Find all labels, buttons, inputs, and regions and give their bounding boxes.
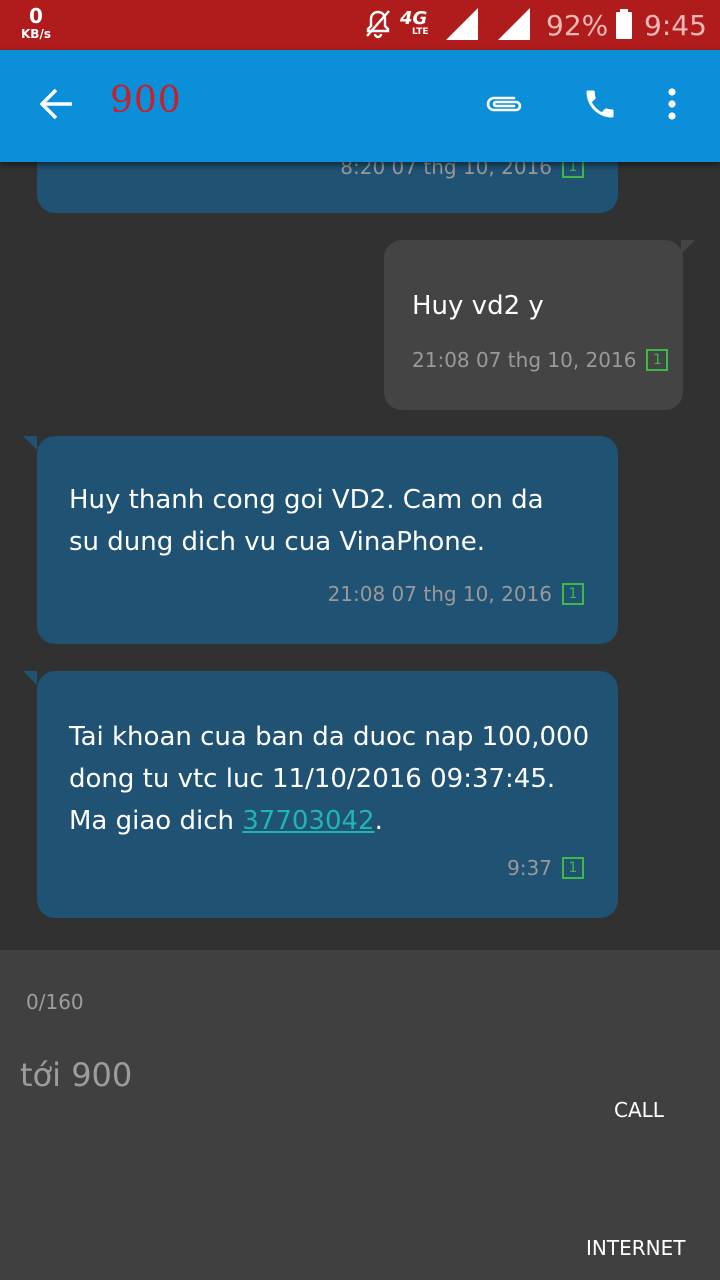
- attach-button[interactable]: [484, 86, 524, 126]
- send-internet-button[interactable]: INTERNET: [586, 1236, 685, 1260]
- message-text: Tai khoan cua ban da duoc nap 100,000 do…: [69, 716, 589, 842]
- sim-badge: 1: [562, 162, 584, 178]
- message-meta: 21:08 07 thg 10, 2016 1: [328, 582, 584, 606]
- message-timestamp: 21:08 07 thg 10, 2016: [327, 582, 552, 606]
- message-line-end: .: [374, 806, 383, 836]
- send-call-button[interactable]: CALL: [614, 1098, 664, 1122]
- transaction-id-link[interactable]: 37703042: [242, 806, 374, 836]
- message-bubble-incoming[interactable]: 8:20 07 thg 10, 2016 1: [37, 162, 618, 213]
- message-list[interactable]: 8:20 07 thg 10, 2016 1 Huy vd2 y 21:08 0…: [0, 162, 720, 950]
- message-line: Huy thanh cong goi VD2. Cam on da: [69, 485, 544, 515]
- message-timestamp: 21:08 07 thg 10, 2016: [412, 348, 637, 372]
- network-speed-value: 0: [29, 4, 43, 28]
- message-meta: 8:20 07 thg 10, 2016 1: [340, 162, 584, 179]
- call-button[interactable]: [580, 86, 620, 126]
- network-speed-unit: KB/s: [21, 27, 51, 41]
- message-line: Ma giao dich 37703042.: [69, 800, 589, 842]
- signal-4g-icon: 4G LTE: [400, 10, 436, 40]
- message-timestamp: 9:37: [507, 856, 552, 880]
- sim-badge: 1: [562, 583, 584, 605]
- message-meta: 21:08 07 thg 10, 2016 1: [412, 348, 669, 372]
- back-button[interactable]: [36, 86, 76, 126]
- status-bar: 0 KB/s 4G LTE 92% 9:45: [0, 0, 720, 50]
- message-bubble-incoming[interactable]: Huy thanh cong goi VD2. Cam on da su dun…: [23, 436, 618, 644]
- network-speed: 0 KB/s: [16, 6, 56, 40]
- attach-icon: [484, 92, 524, 120]
- message-timestamp: 8:20 07 thg 10, 2016: [340, 162, 552, 179]
- network-subtype: LTE: [412, 27, 429, 37]
- more-options-button[interactable]: [652, 86, 692, 126]
- phone-icon: [582, 86, 618, 126]
- status-clock: 9:45: [644, 9, 707, 42]
- signal-icon-sim2: [498, 8, 530, 44]
- message-bubble-outgoing[interactable]: Huy vd2 y 21:08 07 thg 10, 2016 1: [384, 240, 695, 410]
- message-line-text: Ma giao dich: [69, 806, 243, 836]
- message-line: su dung dich vu cua VinaPhone.: [69, 527, 486, 557]
- message-line: dong tu vtc luc 11/10/2016 09:37:45.: [69, 764, 556, 794]
- more-vert-icon: [667, 87, 677, 125]
- battery-icon: [616, 9, 632, 39]
- notifications-off-icon: [364, 8, 392, 44]
- compose-area: 0/160 CALL INTERNET: [0, 950, 720, 1280]
- message-meta: 9:37 1: [507, 856, 584, 880]
- message-line: Tai khoan cua ban da duoc nap 100,000: [69, 722, 590, 752]
- message-text: Huy thanh cong goi VD2. Cam on da su dun…: [69, 479, 544, 563]
- app-bar: 900: [0, 50, 720, 162]
- char-count: 0/160: [26, 990, 84, 1014]
- battery-percent: 92%: [546, 9, 609, 42]
- network-type: 4G: [400, 8, 428, 29]
- sim-badge: 1: [646, 349, 669, 371]
- sim-badge: 1: [562, 857, 584, 879]
- message-bubble-incoming[interactable]: Tai khoan cua ban da duoc nap 100,000 do…: [23, 671, 618, 918]
- message-text: Huy vd2 y: [412, 291, 544, 321]
- back-arrow-icon: [38, 86, 74, 126]
- contact-title: 900: [110, 80, 182, 121]
- signal-icon-sim1: [446, 8, 478, 44]
- message-input[interactable]: [20, 1050, 580, 1100]
